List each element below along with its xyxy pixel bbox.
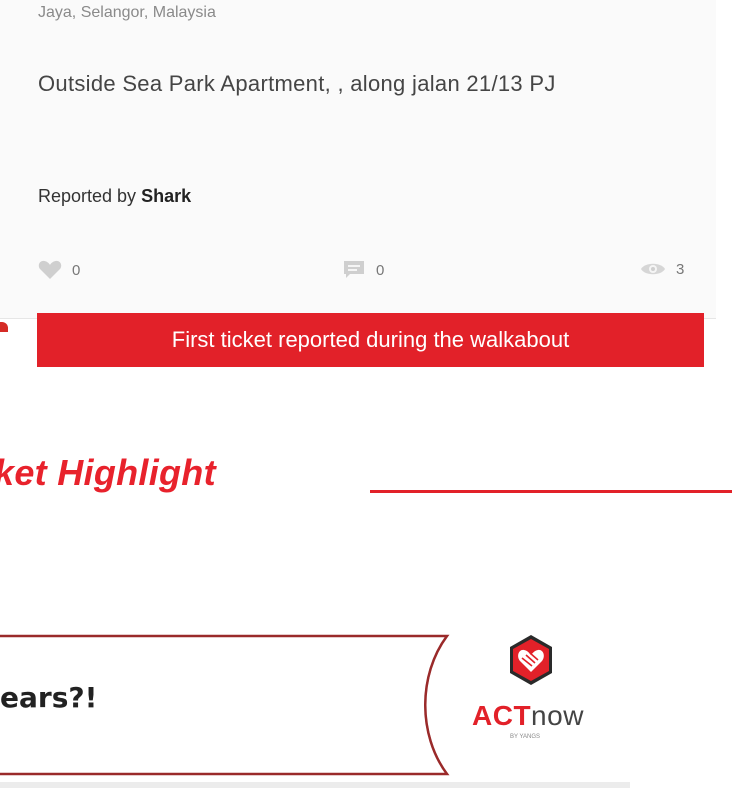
wordmark-act: ACT [472, 700, 532, 731]
actnow-wordmark: ACTnow [472, 700, 584, 732]
comment-count: 0 [376, 261, 385, 279]
card-corner-mark [0, 322, 8, 332]
section-divider [370, 490, 732, 493]
section-title: ket Highlight [0, 452, 216, 493]
wordmark-now: now [531, 700, 584, 731]
ticket-location: Jaya, Selangor, Malaysia [38, 4, 216, 21]
ticket-description: Outside Sea Park Apartment, , along jala… [38, 71, 556, 96]
eye-icon [641, 263, 665, 275]
view-count: 3 [676, 260, 685, 278]
reporter-name[interactable]: Shark [141, 186, 191, 206]
ticket-card[interactable]: Jaya, Selangor, Malaysia Outside Sea Par… [0, 0, 716, 319]
ticket-reporter: Reported by Shark [38, 186, 191, 207]
image-caption: First ticket reported during the walkabo… [37, 313, 704, 367]
logo-tagline: BY YANGS [510, 734, 541, 740]
heart-icon[interactable] [38, 260, 62, 280]
actnow-logo-icon [510, 635, 552, 685]
like-count: 0 [72, 261, 81, 279]
reported-by-label: Reported by [38, 186, 137, 206]
like-stat[interactable]: 0 [38, 260, 80, 280]
comment-stat[interactable]: 0 [342, 260, 384, 280]
banner-headline: ears?! [0, 681, 98, 714]
view-stat: 3 [640, 260, 684, 278]
comment-icon[interactable] [342, 260, 366, 280]
